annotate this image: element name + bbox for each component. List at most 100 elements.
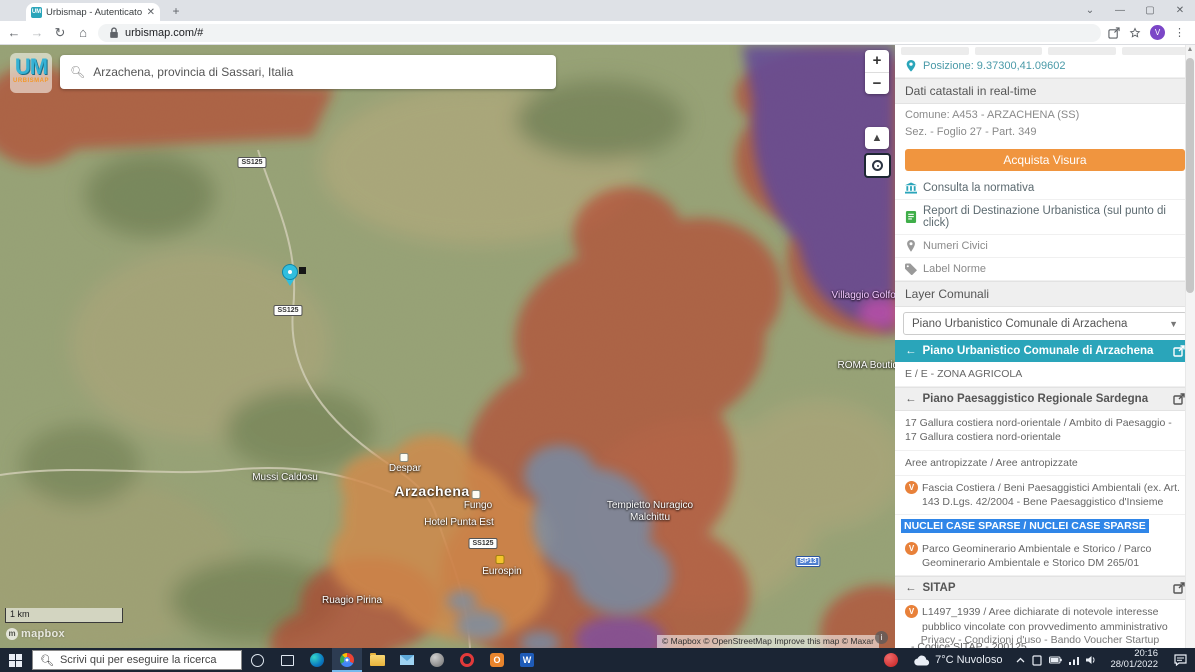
scrollbar-thumb[interactable]	[1186, 58, 1194, 293]
urbismap-logo[interactable]: UM URBISMAP	[10, 53, 52, 93]
vincolo-icon: V	[905, 605, 918, 618]
vincolo-icon: V	[905, 542, 918, 555]
attribution-info-icon[interactable]: i	[875, 631, 888, 644]
window-close-button[interactable]: ✕	[1165, 0, 1195, 21]
compass-button[interactable]: ▲	[865, 127, 889, 149]
chrome-taskbar-button[interactable]	[332, 648, 362, 672]
layer-select[interactable]: Piano Urbanistico Comunale di Arzachena …	[903, 312, 1187, 335]
poi-icon-eurospin	[496, 555, 505, 564]
poi-label-hotel: Hotel Punta Est	[424, 517, 493, 528]
ppr-header-label: Piano Paesaggistico Regionale Sardegna	[923, 393, 1168, 405]
url-bar[interactable]: urbismap.com/#	[98, 24, 1101, 42]
numeri-civici-toggle[interactable]: Numeri Civici	[895, 235, 1195, 258]
sitap-section-header[interactable]: SITAP	[895, 576, 1195, 600]
browser-tab[interactable]: UM Urbismap - Autenticato come st ✕	[26, 3, 160, 21]
mail-button[interactable]	[392, 648, 422, 672]
forward-icon[interactable]: →	[29, 25, 45, 40]
external-link-icon[interactable]	[1173, 582, 1185, 594]
start-button[interactable]	[0, 648, 30, 672]
battery-icon[interactable]	[1049, 656, 1062, 664]
geolocate-button[interactable]	[864, 153, 891, 178]
menu-kebab-icon[interactable]: ⋮	[1174, 26, 1185, 39]
poi-label-tempietto: Tempietto Nuragico Malchittu	[605, 500, 695, 523]
scroll-up-icon[interactable]: ▲	[1186, 46, 1194, 53]
action-center-button[interactable]	[1165, 648, 1195, 672]
back-icon[interactable]: ←	[6, 25, 22, 40]
taskbar-clock[interactable]: 20:16 28/01/2022	[1103, 649, 1165, 671]
ppr-item: Aree antropizzate / Aree antropizzate	[895, 451, 1195, 476]
puc-section-header[interactable]: Piano Urbanistico Comunale di Arzachena	[895, 340, 1195, 362]
road-shield: SS125	[273, 305, 302, 316]
cortana-button[interactable]	[242, 648, 272, 672]
poi-label-villaggio: Villaggio Golfo d...	[832, 290, 895, 301]
mapbox-logo[interactable]: m mapbox	[6, 628, 65, 640]
bookmark-star-icon[interactable]	[1129, 27, 1141, 39]
map-attribution[interactable]: © Mapbox © OpenStreetMap Improve this ma…	[657, 635, 879, 648]
poi-label-mussi: Mussi Caldosu	[252, 472, 318, 483]
window-maximize-button[interactable]: ▢	[1135, 0, 1165, 21]
sidebar-scrollbar[interactable]: ▲	[1185, 45, 1195, 648]
acquista-visura-button[interactable]: Acquista Visura	[905, 149, 1185, 171]
red-app-icon	[884, 653, 898, 667]
external-link-icon[interactable]	[1173, 345, 1185, 357]
word-icon: W	[520, 653, 534, 667]
puc-header-label: Piano Urbanistico Comunale di Arzachena	[923, 345, 1168, 357]
back-arrow-icon[interactable]	[905, 582, 917, 594]
label-norme-toggle[interactable]: Label Norme	[895, 258, 1195, 281]
cadastral-header: Dati catastali in real-time	[895, 78, 1195, 104]
window-minimize-button[interactable]: —	[1105, 0, 1135, 21]
tray-red-app-button[interactable]	[876, 648, 906, 672]
urbismap-favicon: UM	[31, 7, 42, 18]
gimp-button[interactable]	[422, 648, 452, 672]
action-center-icon	[1174, 654, 1187, 666]
volume-icon[interactable]	[1086, 655, 1097, 665]
position-row: Posizione: 9.37300,41.09602	[895, 55, 1195, 78]
ppr-section-header[interactable]: Piano Paesaggistico Regionale Sardegna	[895, 387, 1195, 411]
orange-app-button[interactable]: O	[482, 648, 512, 672]
map-pin-icon	[905, 60, 917, 72]
mail-icon	[400, 655, 414, 665]
task-view-button[interactable]	[272, 648, 302, 672]
town-label-arzachena: Arzachena	[394, 483, 469, 499]
tab-search-icon[interactable]: ⌄	[1075, 0, 1105, 21]
back-arrow-icon[interactable]	[905, 393, 917, 405]
taskbar-search-box[interactable]: 🔍︎ Scrivi qui per eseguire la ricerca	[32, 650, 242, 670]
word-button[interactable]: W	[512, 648, 542, 672]
reload-icon[interactable]: ↻	[52, 25, 68, 41]
tray-chevron-icon[interactable]	[1016, 657, 1025, 663]
share-icon[interactable]	[1108, 27, 1120, 39]
opera-icon	[460, 653, 474, 667]
ppr-item: 17 Gallura costiera nord-orientale / Amb…	[895, 411, 1195, 450]
profile-avatar[interactable]: V	[1150, 25, 1165, 40]
normativa-link[interactable]: Consulta la normativa	[895, 177, 1195, 200]
file-explorer-button[interactable]	[362, 648, 392, 672]
map-search-box[interactable]: 🔍︎	[60, 55, 556, 89]
home-icon[interactable]: ⌂	[75, 25, 91, 40]
footer-links[interactable]: Privacy - Condizioni d'uso - Bando Vouch…	[895, 634, 1185, 646]
map-search-input[interactable]	[93, 65, 546, 79]
poi-label-despar: Despar	[389, 463, 421, 474]
zoom-out-button[interactable]: −	[865, 72, 889, 94]
orange-app-icon: O	[490, 653, 504, 667]
windows-logo-icon	[9, 654, 22, 667]
opera-button[interactable]	[452, 648, 482, 672]
report-link[interactable]: Report di Destinazione Urbanistica (sul …	[895, 200, 1195, 235]
poi-label-fungo: Fungo	[464, 500, 492, 511]
edge-taskbar-button[interactable]	[302, 648, 332, 672]
cloud-icon	[914, 655, 930, 666]
map-black-square	[299, 267, 306, 274]
network-icon[interactable]	[1069, 656, 1079, 665]
tablet-icon[interactable]	[1032, 655, 1042, 666]
tab-close-icon[interactable]: ✕	[147, 7, 155, 18]
back-arrow-icon[interactable]	[905, 345, 917, 357]
system-tray	[1010, 655, 1103, 666]
zoom-in-button[interactable]: +	[865, 50, 889, 72]
highlighted-selection: NUCLEI CASE SPARSE / NUCLEI CASE SPARSE	[895, 515, 1195, 537]
edge-icon	[310, 653, 324, 667]
external-link-icon[interactable]	[1173, 393, 1185, 405]
new-tab-button[interactable]: +	[168, 4, 184, 20]
position-value: Posizione: 9.37300,41.09602	[923, 60, 1066, 72]
weather-widget[interactable]: 7°C Nuvoloso	[906, 654, 1010, 666]
position-marker	[282, 264, 298, 286]
map-canvas[interactable]: UM URBISMAP 🔍︎ + − ▲ SS125 SS125 SS125 S…	[0, 45, 895, 648]
